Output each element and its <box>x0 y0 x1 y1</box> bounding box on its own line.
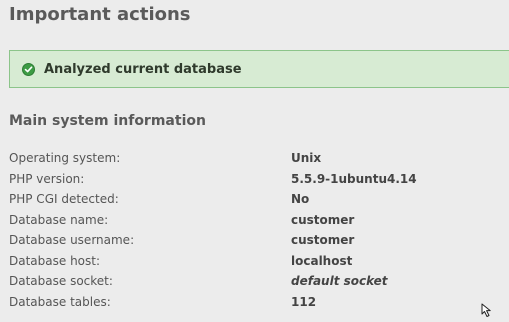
info-row-operating-system: Operating system: Unix <box>9 148 499 169</box>
info-label: Operating system: <box>9 151 121 165</box>
notice-text: Analyzed current database <box>44 61 242 77</box>
info-row-database-username: Database username: customer <box>9 230 499 251</box>
info-label: Database tables: <box>9 294 111 309</box>
info-row-php-version: PHP version: 5.5.9-1ubuntu4.14 <box>9 169 499 190</box>
info-row-database-name: Database name: customer <box>9 210 499 231</box>
system-info-list: Operating system: Unix PHP version: 5.5.… <box>9 148 499 312</box>
info-value: localhost <box>291 253 353 268</box>
info-value: customer <box>291 212 355 227</box>
info-value: default socket <box>291 274 388 288</box>
success-notice: Analyzed current database <box>9 50 509 88</box>
mouse-cursor-icon <box>481 303 494 322</box>
info-row-database-tables: Database tables: 112 <box>9 292 499 313</box>
info-value: 112 <box>291 294 317 309</box>
info-label: Database name: <box>9 212 109 227</box>
section-title: Main system information <box>9 113 206 129</box>
info-value: 5.5.9-1ubuntu4.14 <box>291 171 417 186</box>
info-row-database-host: Database host: localhost <box>9 251 499 272</box>
info-label: PHP version: <box>9 171 85 186</box>
info-value: Unix <box>291 151 322 165</box>
info-row-database-socket: Database socket: default socket <box>9 271 499 292</box>
info-label: Database host: <box>9 253 101 268</box>
info-label: Database socket: <box>9 274 113 288</box>
info-label: PHP CGI detected: <box>9 192 119 206</box>
page-title: Important actions <box>9 4 191 25</box>
check-circle-icon <box>22 62 35 76</box>
info-label: Database username: <box>9 233 135 247</box>
info-value: No <box>291 192 310 206</box>
info-row-php-cgi: PHP CGI detected: No <box>9 189 499 210</box>
info-value: customer <box>291 233 355 247</box>
